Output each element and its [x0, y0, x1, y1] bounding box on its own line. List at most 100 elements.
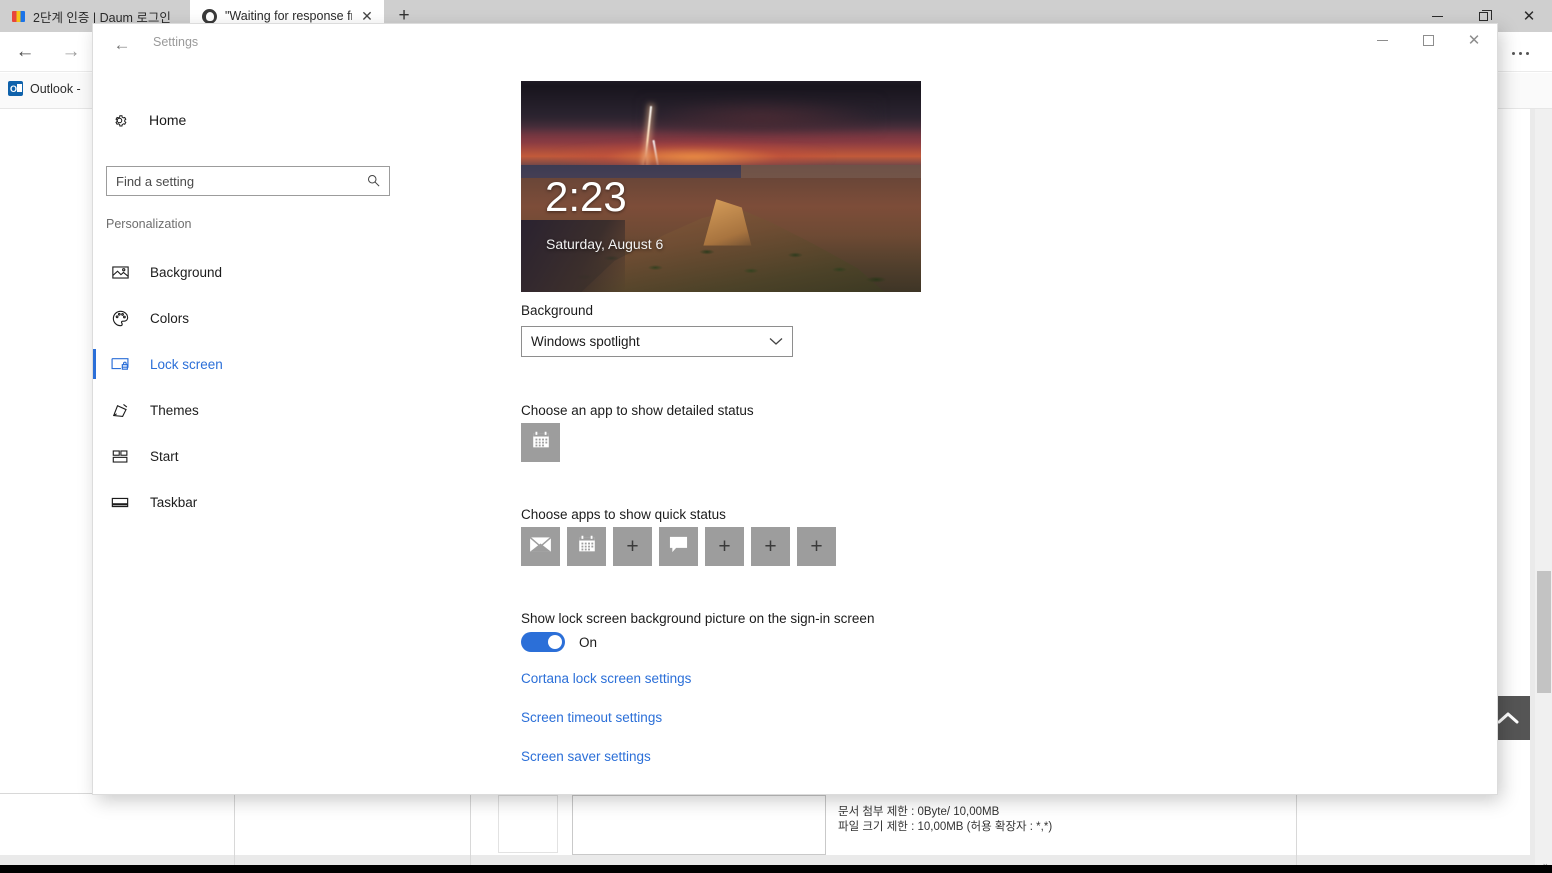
browser-tab-1-title: 2단계 인증 | Daum 로그인 [33, 10, 171, 25]
screen-root: 2단계 인증 | Daum 로그인 "Waiting for response … [0, 0, 1552, 873]
page-form-box [572, 795, 826, 855]
palette-icon [106, 310, 134, 327]
quick-status-tile-add-5[interactable]: + [705, 527, 744, 566]
close-icon: ✕ [1522, 7, 1536, 25]
sidebar-item-home[interactable]: Home [105, 101, 391, 139]
sidebar-item-background-label: Background [150, 264, 223, 280]
sidebar-item-colors-label: Colors [150, 310, 190, 326]
sidebar-item-colors[interactable]: Colors [93, 295, 403, 341]
lock-screen-preview: 2:23 Saturday, August 6 [521, 81, 921, 292]
plus-icon: + [764, 535, 777, 558]
calendar-icon [576, 533, 598, 560]
background-label: Background [521, 303, 594, 318]
forward-button[interactable]: → [52, 36, 90, 68]
plus-icon: + [810, 535, 823, 558]
sidebar-item-start[interactable]: Start [93, 433, 403, 479]
minimize-icon [1431, 15, 1443, 17]
favorite-outlook[interactable]: O Outlook - [8, 81, 81, 96]
close-icon[interactable]: ✕ [360, 9, 374, 23]
sidebar-item-taskbar-label: Taskbar [150, 494, 198, 510]
message-icon [668, 535, 689, 559]
dot-icon [1511, 51, 1515, 55]
page-divider [1296, 785, 1297, 873]
page-divider [470, 785, 471, 873]
settings-main-pane: 2:23 Saturday, August 6 Background Windo… [403, 64, 1497, 794]
sidebar-home-label: Home [149, 112, 187, 128]
back-button[interactable]: ← [6, 36, 44, 68]
signin-picture-toggle-state: On [579, 634, 598, 650]
screen-timeout-settings-link[interactable]: Screen timeout settings [521, 710, 662, 725]
favorite-outlook-label: Outlook - [30, 81, 81, 96]
settings-window-title: Settings [153, 35, 199, 49]
screen-saver-settings-link[interactable]: Screen saver settings [521, 749, 651, 764]
sidebar-item-themes-label: Themes [150, 402, 199, 418]
search-icon[interactable] [366, 173, 381, 193]
quick-status-tile-add-7[interactable]: + [797, 527, 836, 566]
taskbar-strip [0, 865, 1552, 873]
quick-status-tile-add-3[interactable]: + [613, 527, 652, 566]
settings-back-button[interactable]: ← [105, 32, 139, 58]
quick-status-tile-row: + + + + [521, 527, 836, 566]
quick-status-tile-message[interactable] [659, 527, 698, 566]
search-field-wrapper [106, 166, 390, 196]
sidebar-nav-list: Background Colors Lock screen Themes Sta… [93, 249, 403, 525]
themes-icon [106, 402, 134, 418]
close-icon: ✕ [1467, 31, 1481, 49]
minimize-icon [1376, 39, 1388, 41]
background-dropdown-value: Windows spotlight [531, 334, 640, 349]
settings-maximize-button[interactable] [1405, 24, 1451, 56]
quick-status-tile-mail[interactable] [521, 527, 560, 566]
preview-clock: 2:23 [545, 173, 627, 220]
maximize-icon [1422, 34, 1434, 46]
quick-status-tile-add-6[interactable]: + [751, 527, 790, 566]
sidebar-item-themes[interactable]: Themes [93, 387, 403, 433]
dot-icon [1525, 51, 1529, 55]
page-form-box [498, 795, 558, 853]
preview-shadow [521, 220, 625, 292]
dot-icon [1518, 51, 1522, 55]
calendar-icon [530, 429, 552, 456]
sidebar-item-background[interactable]: Background [93, 249, 403, 295]
plus-icon: + [626, 535, 639, 558]
sidebar-item-lock-screen-label: Lock screen [150, 356, 223, 372]
mail-icon [529, 536, 552, 558]
taskbar-icon [106, 496, 134, 509]
page-size-limit-text: 파일 크기 제한 : 10,00MB (허용 확장자 : *,*) [838, 821, 1053, 833]
page-attach-limit-text: 문서 첨부 제한 : 0Byte/ 10,00MB [838, 806, 1000, 818]
detailed-status-tile-row [521, 423, 560, 462]
start-icon [106, 449, 134, 464]
edge-favicon-icon [202, 8, 217, 24]
settings-close-button[interactable]: ✕ [1451, 24, 1497, 56]
restore-icon [1478, 9, 1492, 21]
search-input[interactable] [106, 166, 390, 196]
sidebar-item-lock-screen[interactable]: Lock screen [93, 341, 403, 387]
preview-date: Saturday, August 6 [546, 236, 664, 252]
settings-window: ← Settings ✕ Home Find a setting Persona… [93, 24, 1497, 794]
lock-screen-icon [106, 357, 134, 372]
picture-icon [106, 265, 134, 280]
signin-picture-toggle-row: On [521, 632, 597, 652]
detailed-status-tile-calendar[interactable] [521, 423, 560, 462]
chevron-down-icon [769, 333, 783, 351]
cortana-lock-screen-settings-link[interactable]: Cortana lock screen settings [521, 671, 691, 686]
background-dropdown[interactable]: Windows spotlight [521, 326, 793, 357]
sidebar-item-start-label: Start [150, 448, 179, 464]
browser-tab-2-title: "Waiting for response fr [225, 9, 352, 23]
scrollbar-thumb[interactable] [1537, 571, 1551, 693]
preview-cloud [641, 97, 881, 132]
detailed-status-label: Choose an app to show detailed status [521, 403, 754, 418]
browser-close-button[interactable]: ✕ [1506, 0, 1552, 32]
plus-icon: + [718, 535, 731, 558]
sidebar-item-taskbar[interactable]: Taskbar [93, 479, 403, 525]
settings-titlebar: ← Settings ✕ [93, 24, 1497, 64]
settings-minimize-button[interactable] [1359, 24, 1405, 56]
quick-status-label: Choose apps to show quick status [521, 507, 726, 522]
settings-window-controls: ✕ [1359, 24, 1497, 56]
quick-status-tile-calendar[interactable] [567, 527, 606, 566]
signin-picture-toggle[interactable] [521, 632, 565, 652]
browser-more-options-button[interactable] [1500, 42, 1540, 64]
outlook-icon: O [8, 81, 23, 96]
signin-picture-label: Show lock screen background picture on t… [521, 611, 875, 626]
page-scrollbar[interactable]: ⌄ [1535, 109, 1552, 873]
settings-sidebar: Home Personalization [93, 64, 403, 794]
